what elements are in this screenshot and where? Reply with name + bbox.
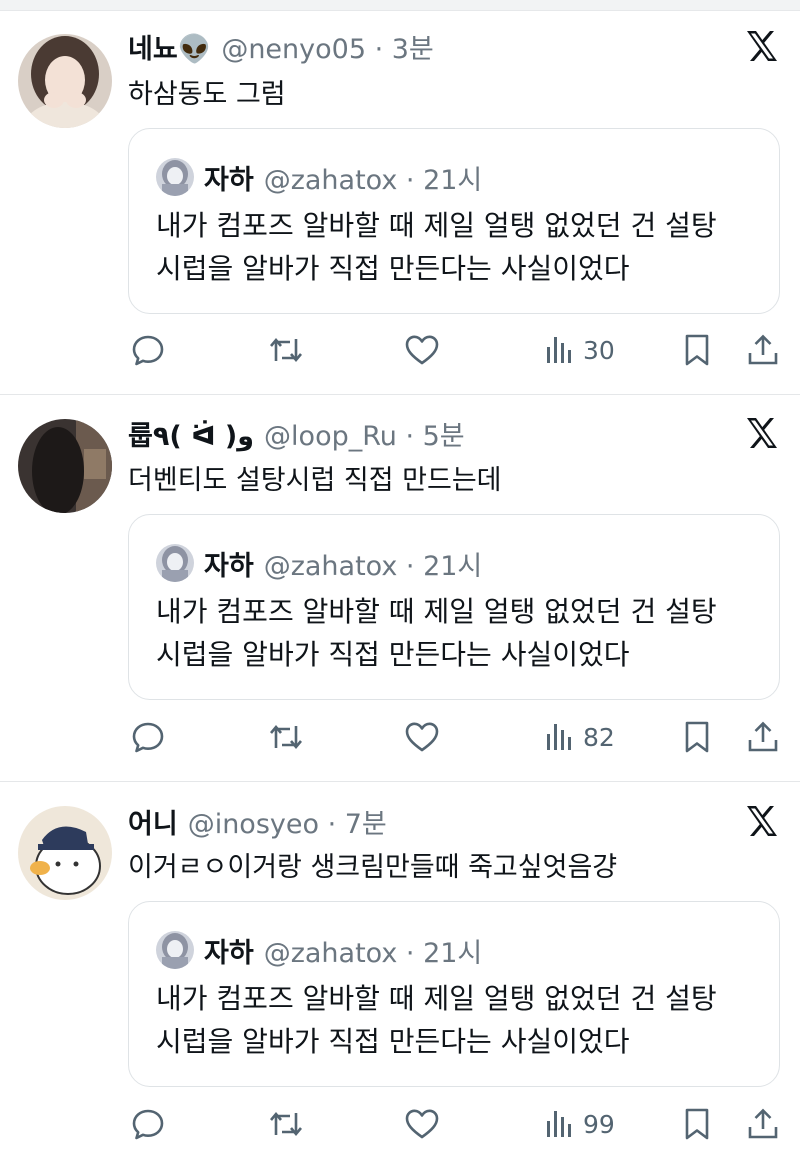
bookmark-icon xyxy=(685,1108,709,1140)
post-header: 어니 @inosyeo · 7분 xyxy=(128,802,387,841)
display-name[interactable]: 어니 xyxy=(128,802,178,841)
reply-icon xyxy=(132,1109,164,1140)
avatar[interactable] xyxy=(18,806,112,900)
repost-icon xyxy=(270,1111,302,1137)
post-text: 이거ㄹㅇ이거랑 생크림만들때 죽고싶엇음걍 xyxy=(128,852,618,883)
post[interactable]: 어니 @inosyeo · 7분 이거ㄹㅇ이거랑 생크림만들때 죽고싶엇음걍 자… xyxy=(0,0,800,1151)
quoted-header: 자하 @zahatox · 21시 xyxy=(156,930,482,970)
views-button[interactable]: 99 xyxy=(545,1104,615,1144)
quoted-text-line: 내가 컴포즈 알바할 때 제일 얼탱 없었던 건 설탕 xyxy=(156,982,717,1015)
quoted-avatar xyxy=(156,931,194,969)
views-count: 99 xyxy=(583,1109,615,1139)
share-icon xyxy=(748,1108,778,1139)
quoted-handle-time: @zahatox · 21시 xyxy=(263,937,483,969)
quoted-name: 자하 xyxy=(204,937,254,969)
share-button[interactable] xyxy=(746,1104,780,1144)
quoted-text: 내가 컴포즈 알바할 때 제일 얼탱 없었던 건 설탕 시럽을 알바가 직접 만… xyxy=(156,977,717,1063)
repost-button[interactable] xyxy=(268,1104,304,1144)
handle-time[interactable]: @inosyeo · 7분 xyxy=(188,802,387,841)
quoted-text-line: 시럽을 알바가 직접 만든다는 사실이었다 xyxy=(156,1025,630,1058)
quoted-post[interactable]: 자하 @zahatox · 21시 내가 컴포즈 알바할 때 제일 얼탱 없었던… xyxy=(128,901,780,1087)
like-button[interactable] xyxy=(404,1104,440,1144)
like-icon xyxy=(405,1109,439,1139)
reply-button[interactable] xyxy=(131,1104,165,1144)
x-logo-icon xyxy=(744,803,780,839)
action-bar: 99 xyxy=(0,1104,800,1144)
bookmark-button[interactable] xyxy=(682,1104,712,1144)
views-icon xyxy=(547,1111,571,1137)
